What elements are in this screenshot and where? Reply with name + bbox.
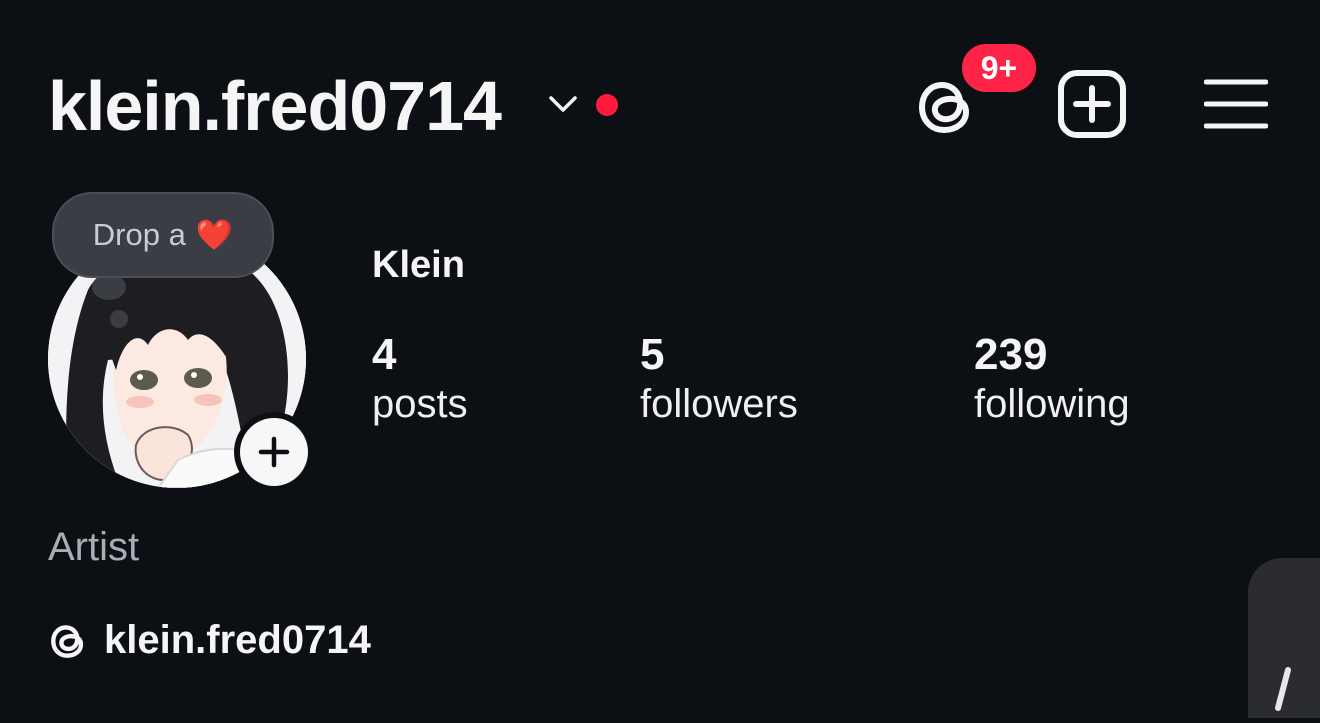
note-bubble-tail-dot [110,310,128,328]
heart-emoji: ❤️ [195,218,234,252]
bio-text: Artist [48,525,140,569]
followers-label: followers [640,382,798,426]
chevron-down-icon[interactable] [546,88,580,122]
note-text: Drop a [92,217,186,252]
following-label: following [974,382,1130,426]
card-glyph [1275,667,1291,711]
create-plus-icon[interactable] [1058,70,1126,138]
hamburger-menu-icon[interactable] [1204,78,1268,130]
posts-count: 4 [372,330,397,379]
notification-badge[interactable]: 9+ [958,40,1040,96]
profile-note-bubble[interactable]: Drop a ❤️ [52,192,274,278]
plus-icon [258,436,290,468]
followers-count: 5 [640,330,665,379]
threads-profile-link[interactable]: klein.fred0714 [48,612,371,668]
add-story-button[interactable] [240,418,308,486]
unread-dot [596,94,618,116]
threads-handle: klein.fred0714 [104,617,371,662]
threads-small-icon [51,625,84,658]
posts-label: posts [372,382,468,426]
partial-card [1248,558,1320,718]
stat-followers[interactable]: 5 followers [640,330,798,428]
stat-following[interactable]: 239 following [974,330,1130,428]
following-count: 239 [974,330,1048,379]
account-username[interactable]: klein.fred0714 [48,66,502,146]
stat-posts[interactable]: 4 posts [372,330,468,428]
display-name: Klein [372,244,465,286]
